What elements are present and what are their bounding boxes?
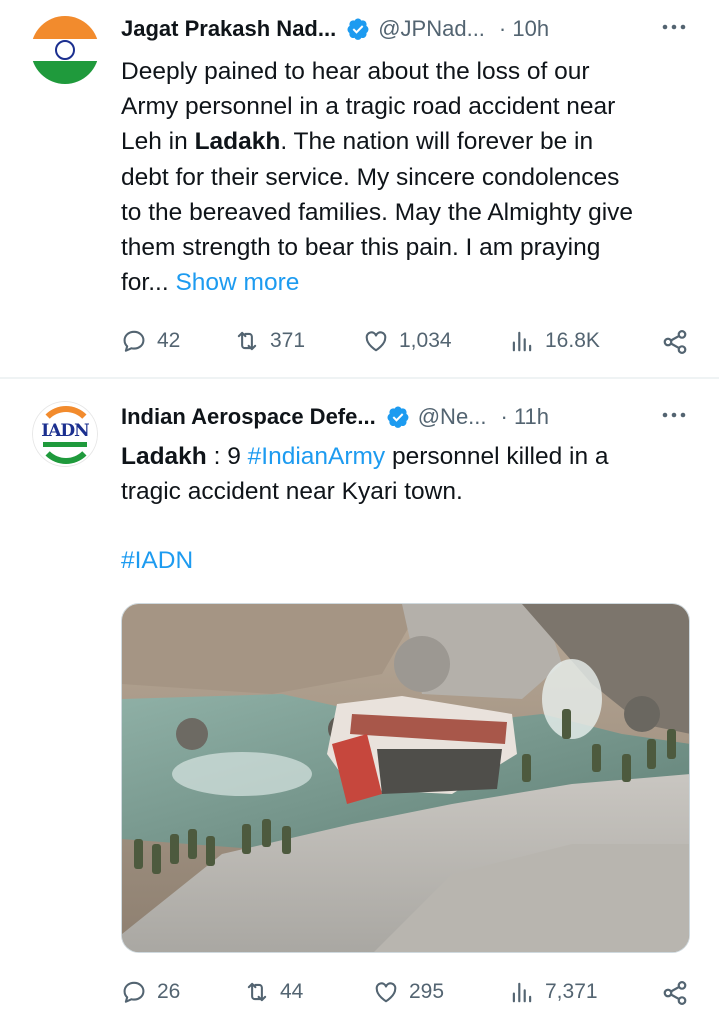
tweet-photo[interactable]: [121, 603, 690, 953]
avatar[interactable]: [31, 16, 99, 84]
tweet-text: Ladakh : 9 #IndianArmy personnel killed …: [121, 439, 691, 509]
accident-scene-photo: [122, 604, 689, 952]
like-icon: [375, 982, 397, 1003]
chakra-icon: [55, 40, 75, 60]
action-bar: 26 44 295 7,371: [121, 977, 719, 1007]
share-icon[interactable]: [661, 979, 689, 1007]
tweet-time[interactable]: · 11h: [501, 404, 550, 430]
repost-icon: [247, 982, 267, 1002]
tweet-header: Jagat Prakash Nad... @JPNad... · 10h: [121, 13, 719, 45]
tweet-text-line: Ladakh : 9 #IndianArmy personnel killed …: [121, 443, 609, 470]
tweet-text: Deeply pained to hear about the loss of …: [121, 54, 691, 300]
tweet-text-line: to the bereaved families. May the Almigh…: [121, 198, 634, 226]
tweet-time[interactable]: · 10h: [499, 16, 549, 42]
like-icon: [365, 331, 387, 352]
reply-icon: [123, 330, 145, 352]
repost-count: 44: [280, 980, 304, 1003]
repost-icon: [237, 331, 257, 351]
tweet-text-line: them strength to bear this pain. I am pr…: [121, 234, 601, 262]
tweet-text-line: for... Show more: [121, 269, 300, 297]
tweet-text-line: Army personnel in a tragic road accident…: [121, 93, 616, 121]
repost-button[interactable]: 371: [234, 326, 305, 356]
like-count: 1,034: [399, 329, 452, 352]
india-flag-avatar: [31, 16, 99, 84]
more-dots-icon[interactable]: [659, 403, 689, 427]
tweet[interactable]: Jagat Prakash Nad... @JPNad... · 10h Dee…: [0, 0, 719, 378]
like-count: 295: [409, 980, 445, 1003]
views-icon: [512, 982, 532, 1003]
hashtag-link[interactable]: #IADN: [121, 547, 193, 575]
tweet-text-line: Deeply pained to hear about the loss of …: [121, 58, 590, 85]
iadn-logo-text: IADN: [41, 421, 89, 441]
author-handle[interactable]: @Ne...: [418, 404, 487, 430]
more-dots-icon[interactable]: [659, 15, 689, 39]
reply-button[interactable]: 26: [121, 977, 180, 1007]
repost-count: 371: [270, 329, 306, 352]
author-name[interactable]: Jagat Prakash Nad...: [121, 16, 336, 42]
views-icon: [512, 331, 532, 352]
reply-count: 42: [157, 329, 181, 352]
tweet-text-line: tragic accident near Kyari town.: [121, 478, 463, 506]
share-icon[interactable]: [661, 328, 689, 356]
like-button[interactable]: 295: [373, 977, 444, 1007]
author-handle[interactable]: @JPNad...: [378, 16, 485, 42]
tweet-text-line: debt for their service. My sincere condo…: [121, 163, 620, 191]
reply-button[interactable]: 42: [121, 326, 180, 356]
like-button[interactable]: 1,034: [363, 326, 452, 356]
reply-icon: [123, 981, 145, 1003]
views-button[interactable]: 7,371: [509, 977, 598, 1007]
hashtag-link[interactable]: #IndianArmy: [248, 443, 386, 470]
repost-button[interactable]: 44: [244, 977, 303, 1007]
views-count: 16.8K: [545, 329, 600, 352]
bold-keyword: Ladakh: [121, 443, 207, 470]
views-count: 7,371: [545, 980, 598, 1003]
views-button[interactable]: 16.8K: [509, 326, 600, 356]
avatar[interactable]: IADN: [32, 401, 98, 467]
tweet-header: Indian Aerospace Defe... @Ne... · 11h: [121, 401, 719, 433]
bold-keyword: Ladakh: [194, 128, 281, 156]
author-name[interactable]: Indian Aerospace Defe...: [121, 404, 376, 430]
tweet-text-line: Leh in Ladakh. The nation will forever b…: [121, 128, 594, 156]
iadn-logo: IADN: [32, 401, 98, 467]
reply-count: 26: [157, 980, 181, 1003]
verified-badge-icon: [387, 406, 409, 428]
tweet[interactable]: IADN Indian Aerospace Defe... @Ne... · 1…: [0, 379, 719, 1024]
verified-badge-icon: [347, 18, 369, 40]
action-bar: 42 371 1,034 16.8K: [121, 326, 719, 356]
show-more-link[interactable]: Show more: [175, 269, 299, 296]
